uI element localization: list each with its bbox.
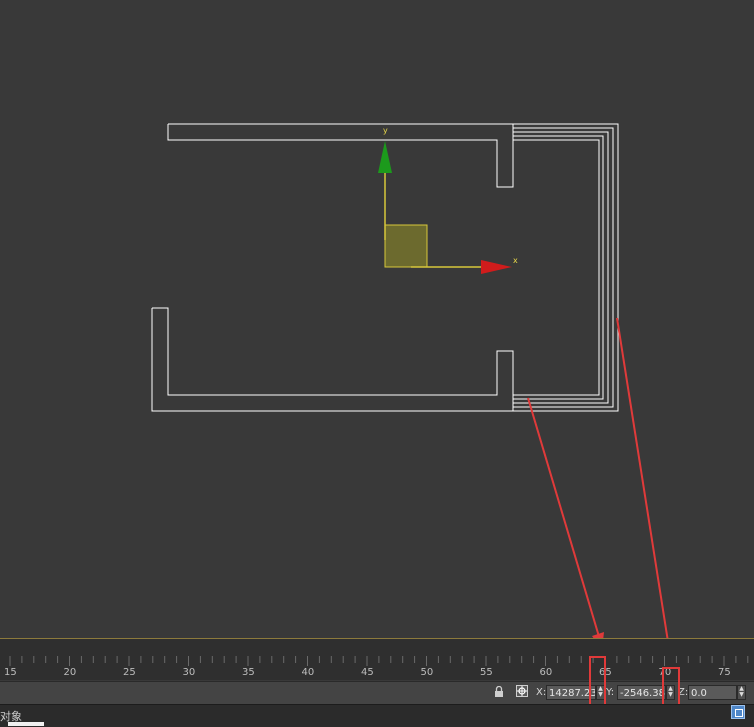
timeline-ticks[interactable]: 15 20 25 30 35 40 45 50 55 60 65 70 75 [0,639,754,680]
timeline-tick-label: 35 [242,667,255,678]
timeline-tick-label: 20 [64,667,77,678]
status-bar: X: 14287.231 ▲▼ Y: -2546.385 ▲▼ Z: 0.0 ▲… [0,681,754,704]
grid-icon[interactable] [731,705,745,719]
lock-icon[interactable] [494,685,504,701]
y-coord-field[interactable]: -2546.385 [617,685,666,700]
timeline-tick-label: 25 [123,667,136,678]
timeline-tick-label: 30 [183,667,196,678]
timeline-tick-label: 15 [4,667,17,678]
timeline-tick-label: 45 [361,667,374,678]
z-coord-field[interactable]: 0.0 [688,685,737,700]
gizmo-xy-plane[interactable] [384,224,428,268]
gizmo-x-label: x [513,256,518,265]
timeline-ruler[interactable]: 15 20 25 30 35 40 45 50 55 60 65 70 75 [0,639,754,680]
gizmo-y-arrow[interactable] [378,141,392,173]
prompt-bar: 对象 [0,704,754,727]
bottom-tab-strip [8,722,44,726]
gizmo-y-label: y [383,126,388,135]
timeline-tick-label: 60 [540,667,553,678]
timeline-tick-label: 40 [302,667,315,678]
x-coord-label: X: [536,687,547,698]
y-coord-label: Y: [606,687,615,698]
timeline-tick-label: 55 [480,667,493,678]
transform-gizmo[interactable] [378,141,512,274]
absolute-mode-icon[interactable] [516,685,528,700]
viewport-canvas[interactable]: y x [0,0,754,638]
z-coord-spinner[interactable]: ▲ ▼ [737,685,746,700]
timeline-tick-label: 75 [718,667,731,678]
gizmo-x-arrow[interactable] [481,260,512,274]
viewport-top[interactable]: y x [0,0,754,638]
timeline-tick-label: 50 [421,667,434,678]
annotation-box-x-spinner [589,656,606,706]
